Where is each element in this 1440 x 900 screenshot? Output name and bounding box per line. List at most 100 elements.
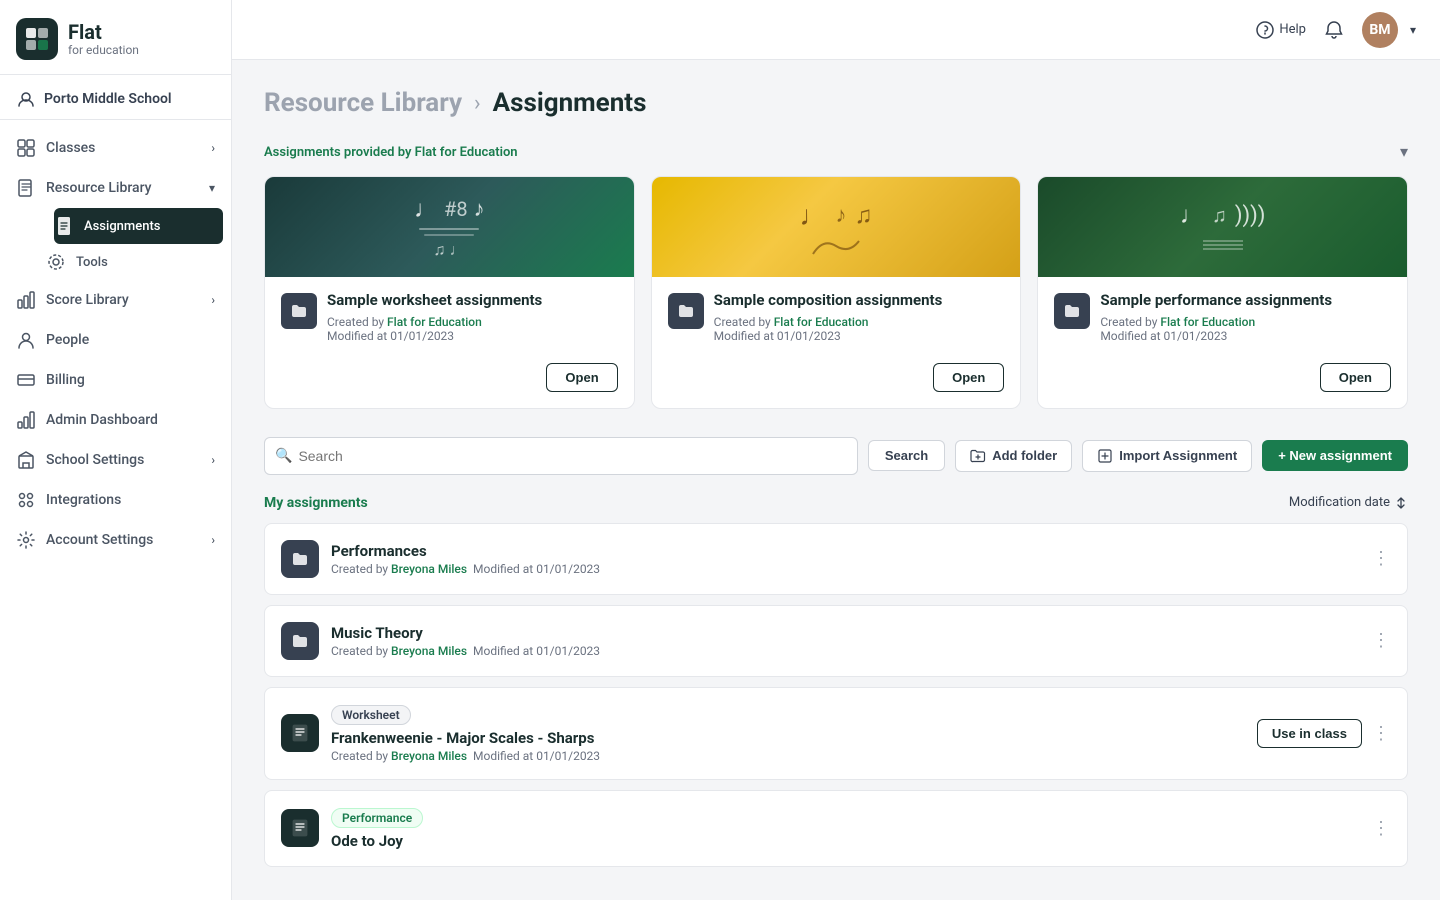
apps-icon [16, 490, 36, 510]
sidebar-item-billing-label: Billing [46, 372, 85, 388]
sidebar-item-tools[interactable]: Tools [46, 244, 231, 280]
performance-card-meta: Created by Flat for Education Modified a… [1100, 315, 1391, 343]
breadcrumb-parent[interactable]: Resource Library [264, 88, 462, 118]
ode-title: Ode to Joy [331, 832, 1360, 850]
list-item: Worksheet Frankenweenie - Major Scales -… [264, 687, 1408, 780]
frankenweenie-creator: Breyona Miles [391, 749, 467, 763]
flat-assignments-header: Assignments provided by Flat for Educati… [264, 142, 1408, 162]
worksheet-card: ♩ #8 ♪ ♫ ♩ [264, 176, 635, 409]
import-label: Import Assignment [1119, 448, 1237, 463]
logo-sub: for education [68, 43, 139, 57]
sidebar-item-school-settings-label: School Settings [46, 452, 144, 468]
worksheet-card-creator: Flat for Education [387, 315, 482, 329]
help-button[interactable]: Help [1256, 21, 1306, 39]
sidebar: Flat for education Porto Middle School C… [0, 0, 232, 900]
help-label: Help [1279, 22, 1306, 37]
page-content: Resource Library › Assignments Assignmen… [232, 60, 1440, 900]
sidebar-nav: Classes › Resource Library ▾ Assignments [0, 120, 231, 900]
new-assignment-button[interactable]: + New assignment [1262, 440, 1408, 471]
composition-card-image: ♩ ♪ ♫ [652, 177, 1021, 277]
frankenweenie-more-button[interactable]: ⋮ [1372, 723, 1391, 744]
breadcrumb: Resource Library › Assignments [264, 88, 1408, 118]
sidebar-item-integrations[interactable]: Integrations [0, 480, 231, 520]
performances-more-button[interactable]: ⋮ [1372, 548, 1391, 569]
sidebar-item-score-library[interactable]: Score Library › [0, 280, 231, 320]
doc-item-icon [281, 809, 319, 847]
performance-card-image: ♩ ♫ )))) [1038, 177, 1407, 277]
frankenweenie-title: Frankenweenie - Major Scales - Sharps [331, 729, 1245, 747]
book-icon [16, 178, 36, 198]
sidebar-item-account-settings[interactable]: Account Settings › [0, 520, 231, 560]
music-theory-more-button[interactable]: ⋮ [1372, 630, 1391, 651]
my-assignments-title: My assignments [264, 495, 368, 511]
performance-card-creator: Flat for Education [1160, 315, 1255, 329]
school-name: Porto Middle School [44, 91, 172, 107]
composition-card-modified: Modified at 01/01/2023 [714, 329, 841, 343]
worksheet-card-title: Sample worksheet assignments [327, 291, 618, 311]
composition-card-meta: Created by Flat for Education Modified a… [714, 315, 1005, 343]
use-in-class-button[interactable]: Use in class [1257, 719, 1362, 748]
user-menu-chevron[interactable]: ▾ [1410, 23, 1416, 37]
sidebar-item-admin-dashboard[interactable]: Admin Dashboard [0, 400, 231, 440]
performance-card-modified: Modified at 01/01/2023 [1100, 329, 1227, 343]
collapse-button[interactable]: ▾ [1400, 142, 1408, 162]
person-icon [16, 330, 36, 350]
sidebar-item-billing[interactable]: Billing [0, 360, 231, 400]
notification-bell[interactable] [1318, 14, 1350, 46]
sidebar-item-people[interactable]: People [0, 320, 231, 360]
composition-open-button[interactable]: Open [933, 363, 1004, 392]
user-avatar[interactable]: BM [1362, 12, 1398, 48]
worksheet-open-button[interactable]: Open [546, 363, 617, 392]
sidebar-item-school-settings[interactable]: School Settings › [0, 440, 231, 480]
performance-card: ♩ ♫ )))) [1037, 176, 1408, 409]
breadcrumb-current: Assignments [493, 88, 647, 118]
frankenweenie-meta: Created by Breyona Miles Modified at 01/… [331, 749, 1245, 763]
my-assignments-header: My assignments Modification date [264, 495, 1408, 511]
chevron-right-icon: › [211, 453, 215, 467]
sidebar-item-classes-label: Classes [46, 140, 95, 156]
sidebar-item-assignments-label: Assignments [84, 219, 160, 234]
ode-more-button[interactable]: ⋮ [1372, 818, 1391, 839]
performances-creator: Breyona Miles [391, 562, 467, 576]
bell-icon [1324, 20, 1344, 40]
breadcrumb-separator: › [474, 91, 481, 116]
search-input[interactable] [298, 448, 846, 464]
music-theory-creator: Breyona Miles [391, 644, 467, 658]
action-bar: 🔍 Search Add folder Import Assignment + … [264, 437, 1408, 475]
building-icon [16, 450, 36, 470]
performance-tag: Performance [331, 808, 423, 828]
sidebar-item-resource-library-label: Resource Library [46, 180, 152, 196]
import-icon [1097, 448, 1113, 464]
credit-icon [16, 370, 36, 390]
folder-icon [668, 293, 704, 329]
sort-button[interactable]: Modification date [1289, 495, 1408, 510]
app-logo[interactable]: Flat for education [0, 0, 231, 75]
performances-modified: Modified at 01/01/2023 [473, 562, 600, 576]
chevron-right-icon: › [211, 533, 215, 547]
gear-icon [16, 530, 36, 550]
music-theory-folder-meta: Created by Breyona Miles Modified at 01/… [331, 644, 1360, 658]
search-wrap: 🔍 [264, 437, 858, 475]
chevron-right-icon: › [211, 141, 215, 155]
flat-assignments-title: Assignments provided by Flat for Educati… [264, 145, 518, 160]
add-folder-label: Add folder [992, 448, 1057, 463]
composition-card: ♩ ♪ ♫ [651, 176, 1022, 409]
sidebar-item-tools-label: Tools [76, 255, 108, 270]
help-icon [1256, 21, 1274, 39]
search-button[interactable]: Search [868, 440, 945, 471]
chevron-down-icon: ▾ [209, 181, 215, 195]
sidebar-item-classes[interactable]: Classes › [0, 128, 231, 168]
chart-icon [16, 290, 36, 310]
sidebar-item-score-library-label: Score Library [46, 292, 129, 308]
sidebar-item-resource-library[interactable]: Resource Library ▾ [0, 168, 231, 208]
sidebar-item-assignments[interactable]: Assignments [54, 208, 223, 244]
school-icon [16, 89, 36, 109]
school-selector[interactable]: Porto Middle School [0, 75, 231, 120]
worksheet-card-image: ♩ #8 ♪ ♫ ♩ [265, 177, 634, 277]
import-button[interactable]: Import Assignment [1082, 440, 1252, 472]
music-theory-folder-title: Music Theory [331, 624, 1360, 642]
add-folder-button[interactable]: Add folder [955, 440, 1072, 472]
performance-open-button[interactable]: Open [1320, 363, 1391, 392]
topbar: Help BM ▾ [232, 0, 1440, 60]
grid-icon [16, 138, 36, 158]
